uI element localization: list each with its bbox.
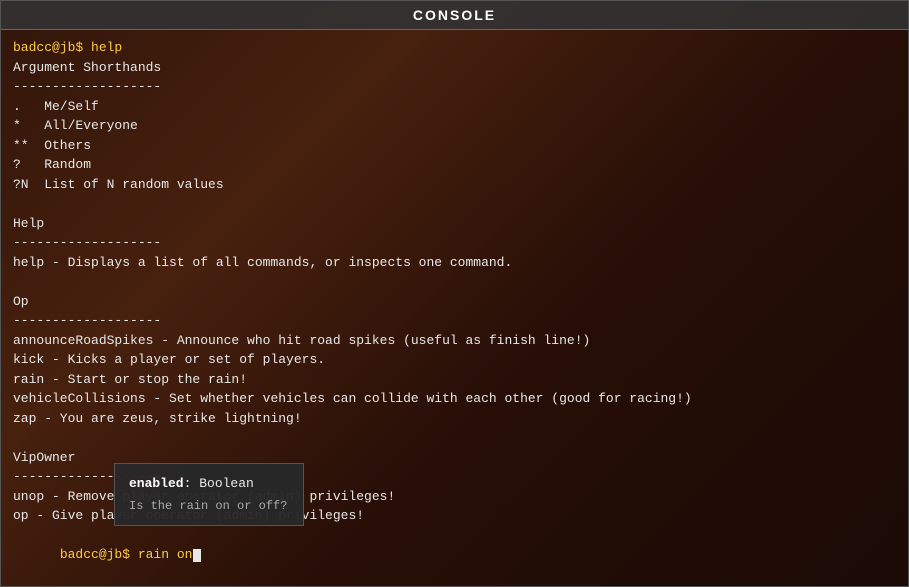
input-text[interactable]: rain on (138, 547, 193, 562)
tooltip-param-separator: : (184, 476, 200, 491)
console-line-arg-others: ** Others (13, 136, 896, 156)
console-line-prompt-help: badcc@jb$ help (13, 38, 896, 58)
prompt-prefix: badcc@jb$ (60, 547, 138, 562)
console-line-op-vehicle: vehicleCollisions - Set whether vehicles… (13, 389, 896, 409)
console-line-op-announce: announceRoadSpikes - Announce who hit ro… (13, 331, 896, 351)
tooltip-param-name: enabled (129, 476, 184, 491)
console-line-help-header: Help (13, 214, 896, 234)
console-line-op-zap: zap - You are zeus, strike lightning! (13, 409, 896, 429)
console-line-op-sep: ------------------- (13, 311, 896, 331)
empty-line-1 (13, 194, 896, 214)
console-title: CONSOLE (413, 7, 496, 23)
empty-line-3 (13, 428, 896, 448)
console-line-help-desc: help - Displays a list of all commands, … (13, 253, 896, 273)
cursor-blink (193, 549, 201, 562)
console-line-op-header: Op (13, 292, 896, 312)
console-window: CONSOLE badcc@jb$ help Argument Shorthan… (0, 0, 909, 587)
console-line-arg-nrandom: ?N List of N random values (13, 175, 896, 195)
autocomplete-tooltip: enabled: Boolean Is the rain on or off? (114, 463, 304, 527)
console-line-arg-random: ? Random (13, 155, 896, 175)
console-line-arg-me: . Me/Self (13, 97, 896, 117)
title-bar: CONSOLE (1, 1, 908, 30)
console-line-arg-sep: ------------------- (13, 77, 896, 97)
console-line-current-input[interactable]: badcc@jb$ rain on (13, 526, 896, 585)
console-line-op-kick: kick - Kicks a player or set of players. (13, 350, 896, 370)
console-body[interactable]: badcc@jb$ help Argument Shorthands -----… (1, 30, 908, 586)
console-line-help-sep: ------------------- (13, 233, 896, 253)
tooltip-param-line: enabled: Boolean (129, 474, 289, 494)
tooltip-param-type: Boolean (199, 476, 254, 491)
tooltip-description: Is the rain on or off? (129, 497, 289, 515)
console-line-arg-all: * All/Everyone (13, 116, 896, 136)
console-line-arg-header: Argument Shorthands (13, 58, 896, 78)
console-line-op-rain: rain - Start or stop the rain! (13, 370, 896, 390)
empty-line-2 (13, 272, 896, 292)
